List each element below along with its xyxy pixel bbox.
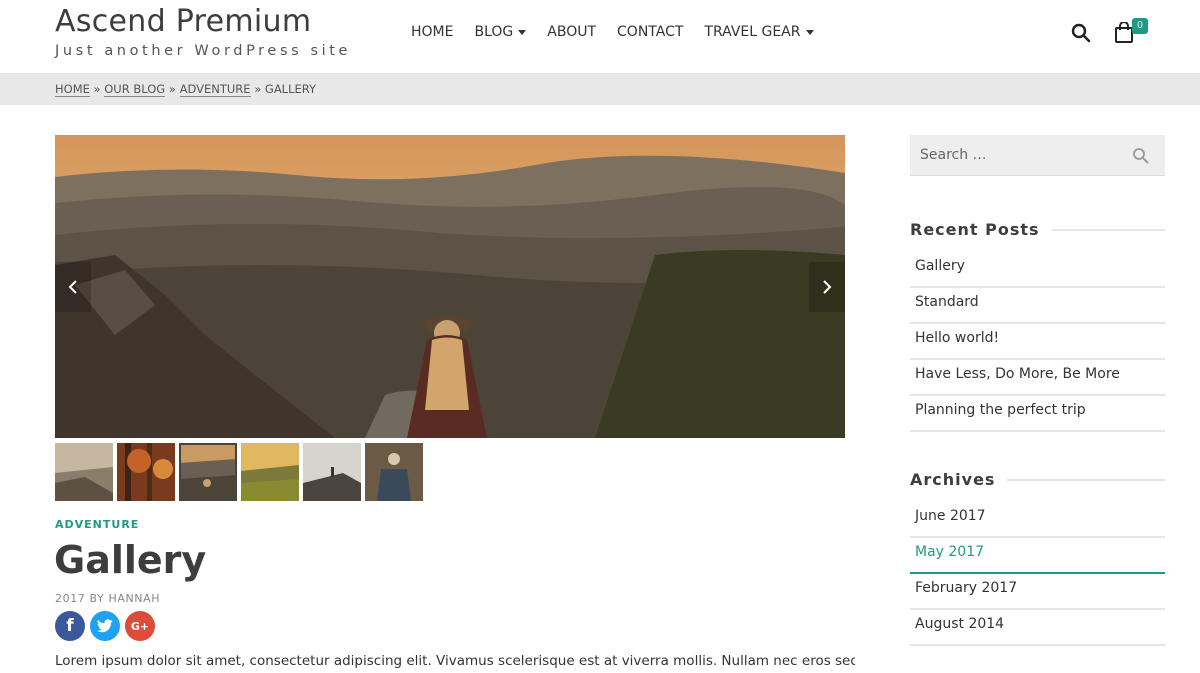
nav-item-blog[interactable]: BLOG	[474, 24, 527, 40]
heading-divider	[1051, 228, 1165, 231]
recent-post-link[interactable]: Have Less, Do More, Be More	[910, 360, 1165, 396]
nav-item-contact[interactable]: CONTACT	[617, 24, 683, 40]
gallery-thumbnail[interactable]	[241, 443, 299, 501]
site-header: Ascend Premium Just another WordPress si…	[0, 0, 1200, 73]
chevron-left-icon	[68, 280, 77, 294]
caret-down-icon	[518, 29, 527, 35]
recent-posts-title: Recent Posts	[910, 220, 1040, 239]
recent-posts-heading: Recent Posts	[910, 220, 1165, 239]
share-buttons: f G+	[55, 611, 160, 641]
breadcrumb: HOME » OUR BLOG » ADVENTURE » GALLERY	[55, 82, 317, 97]
caret-down-icon	[805, 29, 814, 35]
archive-link-active[interactable]: May 2017	[910, 538, 1165, 574]
breadcrumb-separator: »	[254, 82, 262, 96]
breadcrumb-current: GALLERY	[264, 82, 317, 96]
cart-count-badge: 0	[1132, 18, 1148, 34]
google-plus-share-button[interactable]: G+	[125, 611, 155, 641]
archives-list: June 2017 May 2017 February 2017 August …	[910, 502, 1165, 646]
archive-link[interactable]: August 2014	[910, 610, 1165, 646]
site-tagline: Just another WordPress site	[55, 43, 352, 59]
gallery-thumbnails	[55, 443, 427, 501]
main-nav: HOME BLOG ABOUT CONTACT TRAVEL GEAR	[411, 24, 835, 40]
gallery-slide-image	[55, 135, 845, 438]
sidebar-search	[910, 135, 1165, 176]
search-input[interactable]	[910, 135, 1125, 175]
facebook-icon: f	[66, 616, 74, 636]
twitter-share-button[interactable]	[90, 611, 120, 641]
archives-heading: Archives	[910, 470, 1165, 489]
gallery-slider[interactable]	[55, 135, 845, 438]
search-icon[interactable]	[1071, 23, 1091, 43]
breadcrumb-separator: »	[168, 82, 176, 96]
nav-item-travel-gear[interactable]: TRAVEL GEAR	[704, 24, 814, 40]
breadcrumb-our-blog[interactable]: OUR BLOG	[104, 82, 166, 97]
nav-item-home[interactable]: HOME	[411, 24, 453, 40]
nav-item-label: BLOG	[474, 24, 514, 40]
google-plus-icon: G+	[130, 619, 150, 633]
gallery-thumbnail[interactable]	[117, 443, 175, 501]
slider-next-button[interactable]	[809, 262, 845, 312]
nav-item-label: ABOUT	[547, 24, 597, 40]
gallery-thumbnail[interactable]	[365, 443, 423, 501]
post-title: Gallery	[54, 538, 207, 582]
breadcrumb-home[interactable]: HOME	[55, 82, 90, 97]
post-category[interactable]: ADVENTURE	[55, 518, 139, 531]
twitter-icon	[97, 619, 113, 633]
recent-posts-list: Gallery Standard Hello world! Have Less,…	[910, 252, 1165, 432]
facebook-share-button[interactable]: f	[55, 611, 85, 641]
archive-link[interactable]: June 2017	[910, 502, 1165, 538]
recent-post-link[interactable]: Standard	[910, 288, 1165, 324]
post-excerpt: Lorem ipsum dolor sit amet, consectetur …	[55, 653, 855, 669]
breadcrumb-adventure[interactable]: ADVENTURE	[179, 82, 251, 97]
search-icon[interactable]	[1132, 147, 1149, 164]
site-title[interactable]: Ascend Premium	[55, 4, 311, 39]
recent-post-link[interactable]: Hello world!	[910, 324, 1165, 360]
post-meta: 2017 BY HANNAH	[55, 592, 161, 605]
nav-item-label: TRAVEL GEAR	[704, 24, 801, 40]
heading-divider	[1007, 478, 1165, 481]
gallery-thumbnail[interactable]	[303, 443, 361, 501]
recent-post-link[interactable]: Planning the perfect trip	[910, 396, 1165, 432]
recent-post-link[interactable]: Gallery	[910, 252, 1165, 288]
slider-prev-button[interactable]	[55, 262, 91, 312]
nav-item-label: CONTACT	[617, 24, 684, 40]
nav-item-label: HOME	[411, 24, 454, 40]
breadcrumb-bar: HOME » OUR BLOG » ADVENTURE » GALLERY	[0, 73, 1200, 105]
nav-item-about[interactable]: ABOUT	[547, 24, 596, 40]
archives-title: Archives	[910, 470, 996, 489]
gallery-thumbnail-active[interactable]	[179, 443, 237, 501]
chevron-right-icon	[823, 280, 832, 294]
shopping-bag-icon[interactable]	[1114, 22, 1134, 44]
breadcrumb-separator: »	[93, 82, 101, 96]
archive-link[interactable]: February 2017	[910, 574, 1165, 610]
gallery-thumbnail[interactable]	[55, 443, 113, 501]
